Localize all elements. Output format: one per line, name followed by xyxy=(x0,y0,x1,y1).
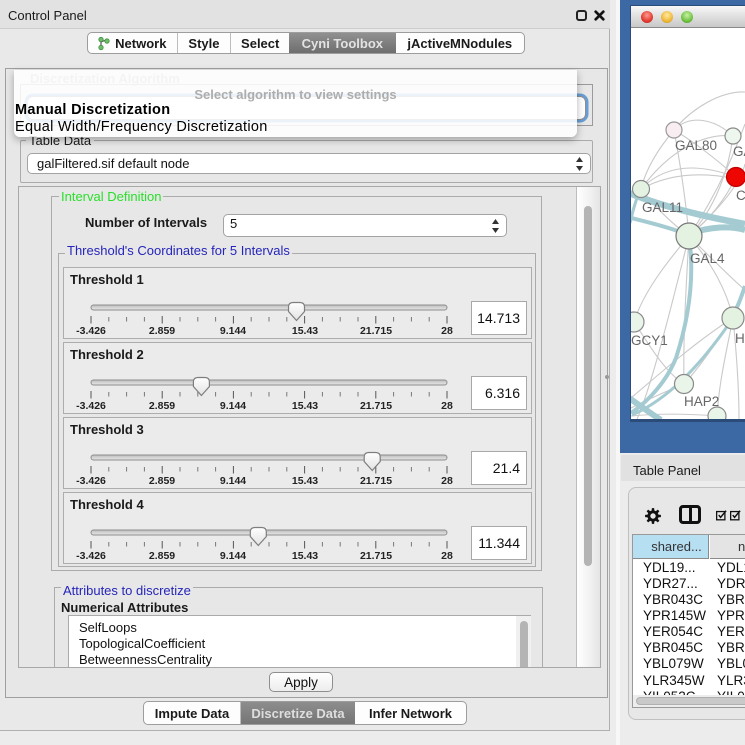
svg-text:2.859: 2.859 xyxy=(149,550,175,562)
svg-text:28: 28 xyxy=(441,550,453,562)
svg-text:9.144: 9.144 xyxy=(220,325,246,337)
svg-text:GAL11: GAL11 xyxy=(642,200,683,215)
svg-text:21.715: 21.715 xyxy=(360,475,392,487)
svg-text:9.144: 9.144 xyxy=(220,550,246,562)
svg-text:15.43: 15.43 xyxy=(292,400,318,412)
svg-text:21.715: 21.715 xyxy=(360,400,392,412)
svg-text:GCY1: GCY1 xyxy=(631,333,668,348)
svg-text:15.43: 15.43 xyxy=(292,325,318,337)
svg-text:28: 28 xyxy=(441,400,453,412)
svg-text:-3.426: -3.426 xyxy=(76,550,106,562)
svg-text:C: C xyxy=(736,188,745,203)
svg-text:GAL80: GAL80 xyxy=(675,138,717,153)
svg-text:H: H xyxy=(735,331,745,346)
svg-text:9.144: 9.144 xyxy=(220,400,246,412)
svg-text:9.144: 9.144 xyxy=(220,475,246,487)
svg-text:GAL4: GAL4 xyxy=(690,251,725,266)
svg-text:-3.426: -3.426 xyxy=(76,475,106,487)
svg-text:15.43: 15.43 xyxy=(292,550,318,562)
svg-text:2.859: 2.859 xyxy=(149,325,175,337)
svg-text:2.859: 2.859 xyxy=(149,475,175,487)
svg-text:21.715: 21.715 xyxy=(360,325,392,337)
svg-text:-3.426: -3.426 xyxy=(76,400,106,412)
svg-text:HAP2: HAP2 xyxy=(684,394,719,409)
svg-text:28: 28 xyxy=(441,475,453,487)
svg-text:15.43: 15.43 xyxy=(292,475,318,487)
svg-text:-3.426: -3.426 xyxy=(76,325,106,337)
svg-text:2.859: 2.859 xyxy=(149,400,175,412)
svg-text:28: 28 xyxy=(441,325,453,337)
svg-text:GA: GA xyxy=(733,144,745,159)
svg-text:21.715: 21.715 xyxy=(360,550,392,562)
